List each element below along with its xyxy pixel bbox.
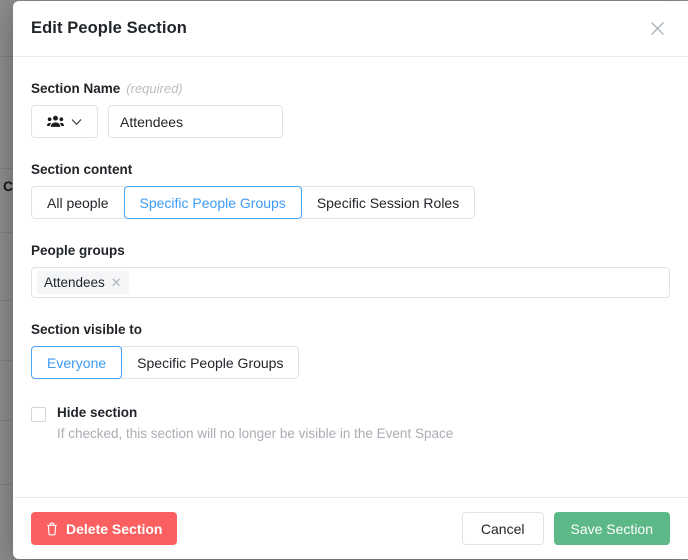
dialog-title: Edit People Section — [31, 19, 187, 37]
delete-section-label: Delete Section — [66, 520, 163, 537]
segment-specific-session-roles[interactable]: Specific Session Roles — [300, 186, 476, 219]
section-visible-to-label-text: Section visible to — [31, 322, 143, 337]
trash-icon — [46, 522, 58, 536]
people-group-icon — [47, 115, 64, 128]
section-visible-to-segmented-control: Everyone Specific People Groups — [31, 346, 300, 379]
section-name-input[interactable] — [108, 105, 283, 138]
hide-section-text: Hide section If checked, this section wi… — [57, 405, 453, 441]
section-content-label-text: Section content — [31, 162, 133, 177]
section-content-segmented-control: All people Specific People Groups Specif… — [31, 186, 476, 219]
section-visible-to-label: Section visible to — [31, 322, 670, 337]
section-name-label: Section Name (required) — [31, 81, 670, 96]
hide-section-label: Hide section — [57, 405, 138, 420]
hide-section-row: Hide section If checked, this section wi… — [31, 405, 670, 441]
tag-chip: Attendees ✕ — [37, 271, 129, 294]
people-groups-label: People groups — [31, 243, 670, 258]
people-groups-tag-input[interactable]: Attendees ✕ — [31, 267, 670, 298]
close-icon[interactable] — [644, 16, 670, 42]
dialog-footer: Delete Section Cancel Save Section — [13, 497, 688, 559]
segment-visible-specific-people-groups[interactable]: Specific People Groups — [121, 346, 300, 379]
dialog-body: Section Name (required) Attendees Sectio… — [13, 57, 688, 497]
cancel-button[interactable]: Cancel — [461, 512, 544, 545]
section-name-label-text: Section Name — [31, 81, 121, 96]
close-icon[interactable]: ✕ — [111, 276, 122, 289]
segment-specific-people-groups[interactable]: Specific People Groups — [123, 186, 302, 219]
section-icon-select[interactable] — [31, 105, 98, 138]
tag-label: Attendees — [44, 275, 105, 290]
hide-section-help-text: If checked, this section will no longer … — [57, 426, 454, 441]
hide-section-checkbox[interactable] — [31, 407, 46, 422]
section-name-required-hint: (required) — [126, 81, 183, 96]
chevron-down-icon — [71, 118, 82, 126]
dialog-header: Edit People Section — [13, 1, 688, 57]
delete-section-button[interactable]: Delete Section — [31, 512, 178, 545]
segment-all-people[interactable]: All people — [31, 186, 125, 219]
section-name-row — [31, 105, 670, 138]
edit-people-section-dialog: Edit People Section Section Name (requir… — [13, 1, 688, 559]
segment-everyone[interactable]: Everyone — [31, 346, 123, 379]
section-content-label: Section content — [31, 162, 670, 177]
people-groups-label-text: People groups — [31, 243, 125, 258]
save-section-button[interactable]: Save Section — [553, 512, 670, 545]
